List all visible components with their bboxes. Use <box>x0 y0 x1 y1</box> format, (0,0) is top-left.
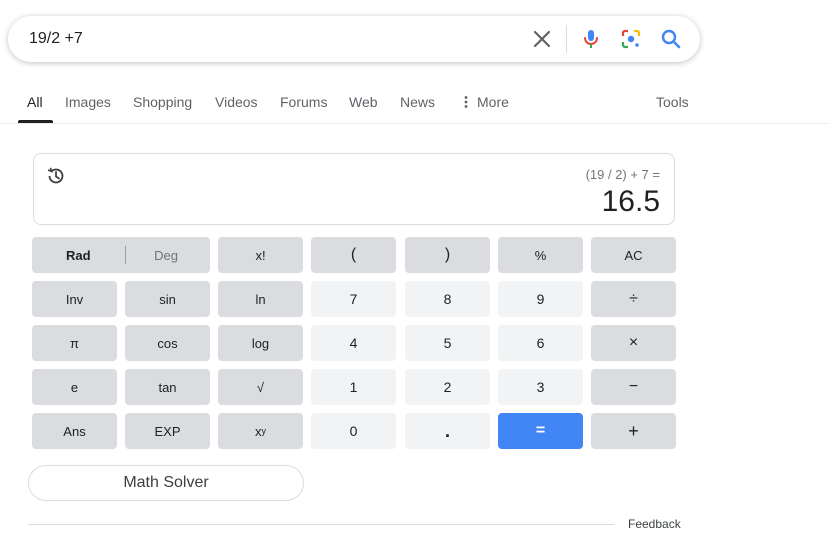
factorial-button[interactable]: x! <box>218 237 303 273</box>
search-tabs: All Images Shopping Videos Forums Web Ne… <box>0 88 829 124</box>
camera-lens-icon[interactable] <box>619 27 643 51</box>
digit-2-button[interactable]: 2 <box>405 369 490 405</box>
minus-button[interactable]: − <box>591 369 676 405</box>
close-paren-button[interactable]: ) <box>405 237 490 273</box>
multiply-button[interactable]: × <box>591 325 676 361</box>
tools-button[interactable]: Tools <box>656 94 689 110</box>
digit-8-button[interactable]: 8 <box>405 281 490 317</box>
power-button[interactable]: xy <box>218 413 303 449</box>
feedback-link[interactable]: Feedback <box>628 517 681 531</box>
rad-deg-separator <box>124 246 126 264</box>
search-input[interactable]: 19/2 +7 <box>29 30 83 48</box>
tan-button[interactable]: tan <box>125 369 210 405</box>
sqrt-button[interactable]: √ <box>218 369 303 405</box>
power-exponent: y <box>261 426 267 436</box>
plus-button[interactable]: + <box>591 413 676 449</box>
exp-button[interactable]: EXP <box>125 413 210 449</box>
log-button[interactable]: log <box>218 325 303 361</box>
deg-option[interactable]: Deg <box>154 248 178 263</box>
tab-more-label: More <box>477 94 509 110</box>
ln-button[interactable]: ln <box>218 281 303 317</box>
rad-option[interactable]: Rad <box>66 248 91 263</box>
calculator-display: (19 / 2) + 7 = 16.5 <box>33 153 675 225</box>
footer-divider <box>28 524 614 525</box>
close-icon[interactable] <box>530 27 554 51</box>
digit-4-button[interactable]: 4 <box>311 325 396 361</box>
digit-7-button[interactable]: 7 <box>311 281 396 317</box>
active-tab-indicator <box>18 120 53 123</box>
digit-6-button[interactable]: 6 <box>498 325 583 361</box>
microphone-icon[interactable] <box>579 27 603 51</box>
tab-all[interactable]: All <box>27 94 43 110</box>
all-clear-button[interactable]: AC <box>591 237 676 273</box>
tab-images[interactable]: Images <box>65 94 111 110</box>
open-paren-button[interactable]: ( <box>311 237 396 273</box>
calculator-result: 16.5 <box>601 185 660 218</box>
digit-1-button[interactable]: 1 <box>311 369 396 405</box>
tab-videos[interactable]: Videos <box>215 94 258 110</box>
digit-3-button[interactable]: 3 <box>498 369 583 405</box>
divide-button[interactable]: ÷ <box>591 281 676 317</box>
search-icon[interactable] <box>659 27 683 51</box>
tab-news[interactable]: News <box>400 94 435 110</box>
inverse-button[interactable]: Inv <box>32 281 117 317</box>
sin-button[interactable]: sin <box>125 281 210 317</box>
rad-deg-toggle[interactable]: Rad Deg <box>32 237 210 273</box>
pi-button[interactable]: π <box>32 325 117 361</box>
math-solver-button[interactable]: Math Solver <box>28 465 304 501</box>
search-bar[interactable]: 19/2 +7 <box>8 16 700 62</box>
more-vertical-icon <box>464 96 468 108</box>
decimal-point-button[interactable]: . <box>405 413 490 449</box>
percent-button[interactable]: % <box>498 237 583 273</box>
cos-button[interactable]: cos <box>125 325 210 361</box>
tab-shopping[interactable]: Shopping <box>133 94 192 110</box>
digit-0-button[interactable]: 0 <box>311 413 396 449</box>
tab-forums[interactable]: Forums <box>280 94 327 110</box>
tab-more[interactable]: More <box>460 94 509 110</box>
euler-button[interactable]: e <box>32 369 117 405</box>
tab-web[interactable]: Web <box>349 94 378 110</box>
history-icon[interactable] <box>46 166 66 186</box>
search-divider <box>566 25 567 53</box>
digit-9-button[interactable]: 9 <box>498 281 583 317</box>
calculator-expression: (19 / 2) + 7 = <box>585 167 660 182</box>
digit-5-button[interactable]: 5 <box>405 325 490 361</box>
equals-button[interactable]: = <box>498 413 583 449</box>
answer-button[interactable]: Ans <box>32 413 117 449</box>
